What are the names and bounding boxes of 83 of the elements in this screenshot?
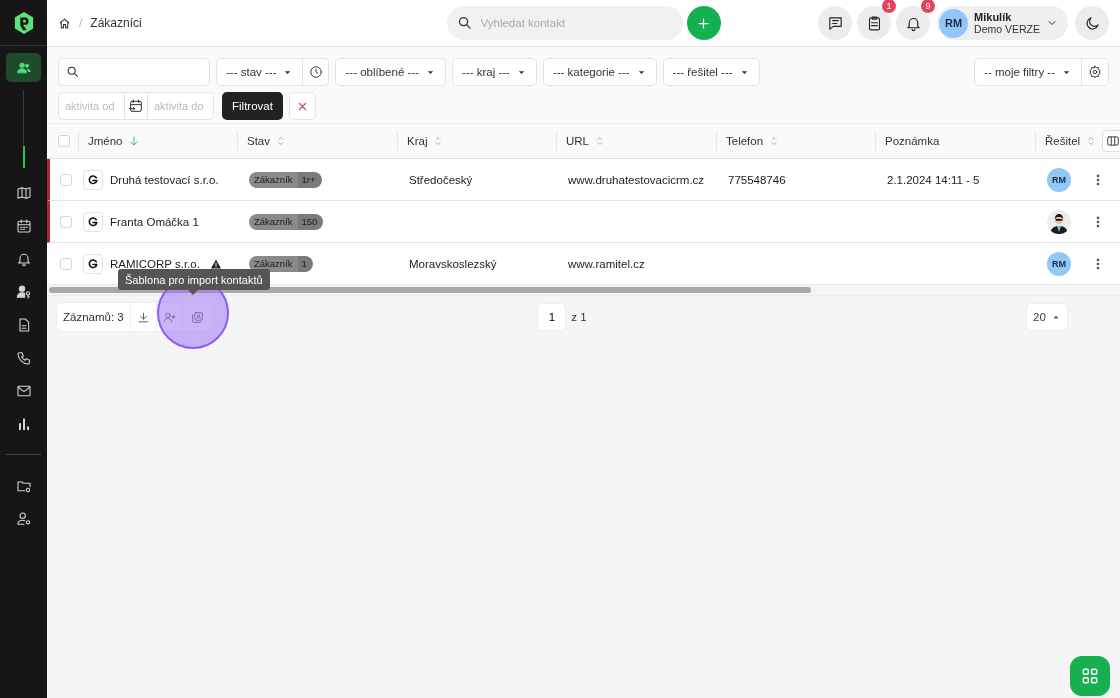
logo-icon: [83, 253, 103, 274]
add-button[interactable]: [686, 6, 721, 40]
column-header[interactable]: Jméno: [88, 135, 123, 147]
contacts-nav-button[interactable]: [6, 53, 41, 82]
filter-dropdown[interactable]: --- kraj ---: [451, 58, 537, 86]
column-header[interactable]: Řešitel: [1045, 135, 1081, 147]
row-checkbox[interactable]: [59, 215, 72, 228]
contact-name-link[interactable]: RAMICORP s.r.o.: [110, 257, 200, 270]
settings-icon: [1088, 65, 1102, 79]
filter-dropdown[interactable]: --- stav ---: [216, 58, 304, 86]
table-cell: www.druhatestovacicrm.cz: [568, 173, 705, 186]
search-icon: [66, 65, 79, 78]
columns-button[interactable]: [1102, 130, 1120, 152]
user-name: Mikulík: [974, 11, 1012, 23]
table-row[interactable]: Franta Omáčka 1 Zákazník 150: [47, 201, 1120, 243]
settings-button[interactable]: [1082, 58, 1109, 86]
search-field[interactable]: Vyhledat kontakt: [446, 6, 683, 40]
count-badge: 9: [921, 0, 936, 13]
calendar-icon: [15, 217, 32, 234]
page-total: z 1: [571, 311, 587, 323]
count-badge: 1: [882, 0, 897, 13]
column-header[interactable]: Stav: [247, 135, 270, 147]
moon-icon: [1083, 14, 1101, 32]
columns-icon: [1106, 134, 1120, 148]
logo-icon: [12, 10, 35, 35]
column-header[interactable]: Telefon: [726, 135, 764, 147]
column-header[interactable]: Poznámka: [885, 135, 940, 147]
theme-toggle-button[interactable]: [1075, 6, 1109, 40]
search-icon: [456, 15, 472, 30]
chat-icon: [826, 14, 844, 32]
date-range-button[interactable]: [124, 92, 148, 120]
column-header[interactable]: URL: [566, 135, 589, 147]
date-to-field[interactable]: aktivita do: [148, 92, 214, 120]
filter-dropdown[interactable]: --- oblíbené ---: [335, 58, 446, 86]
table-row[interactable]: Druhá testovací s.r.o. Zákazník 1r+ Středočeský www.druhatestovacicrm.cz 775548746 2.1.2024 14:11 - 5 RM: [47, 159, 1120, 201]
plus-icon: [696, 15, 711, 31]
map-icon: [15, 184, 32, 201]
table-cell: www.ramitel.cz: [568, 257, 645, 270]
user-gear-icon: [15, 510, 32, 527]
clock-icon: [308, 65, 323, 79]
tooltip-arrow: [188, 290, 198, 295]
logo-icon: [83, 211, 103, 232]
contact-name-link[interactable]: Druhá testovací s.r.o.: [110, 173, 219, 186]
avatar: RM: [1047, 167, 1071, 192]
table-cell: Středočeský: [409, 173, 473, 186]
contact-name-link[interactable]: Franta Omáčka 1: [110, 215, 199, 228]
column-header[interactable]: Kraj: [407, 135, 428, 147]
download-icon: [136, 310, 150, 324]
table-cell: Moravskoslezský: [409, 257, 497, 270]
filter-search-field[interactable]: [58, 58, 210, 86]
avatar: RM: [1047, 251, 1071, 276]
row-checkbox[interactable]: [59, 173, 72, 186]
user-key-icon: [15, 283, 32, 300]
user-plus-icon: [162, 310, 176, 324]
record-count: Záznamů: 3: [57, 303, 131, 331]
filter-dropdown[interactable]: --- kategorie ---: [542, 58, 657, 86]
contact-book-icon: [191, 310, 205, 324]
calendar-icon: [128, 98, 144, 114]
avatar: RM: [939, 8, 969, 38]
scrollbar-thumb[interactable]: [49, 287, 811, 293]
apps-button[interactable]: [1070, 656, 1110, 696]
chat-button[interactable]: [818, 6, 853, 40]
phone-icon: [15, 349, 32, 366]
table-cell: 775548746: [728, 173, 786, 186]
row-checkbox[interactable]: [59, 257, 72, 270]
contacts-icon: [15, 59, 32, 76]
user-subtitle: Demo VERZE: [974, 23, 1040, 35]
page-size-dropdown[interactable]: 20: [1026, 303, 1068, 331]
history-button[interactable]: [303, 58, 330, 86]
select-all-checkbox[interactable]: [58, 135, 70, 147]
tooltip: Šablona pro import kontaktů: [118, 269, 270, 290]
home-icon: [58, 16, 71, 30]
my-filters-dropdown[interactable]: -- moje filtry --: [974, 58, 1082, 86]
filter-dropdown[interactable]: --- řešitel ---: [662, 58, 760, 86]
grid-icon: [1080, 666, 1100, 686]
logo-icon: [83, 169, 103, 190]
user-menu[interactable]: RM Mikulík Demo VERZE: [937, 6, 1068, 40]
filter-button[interactable]: Filtrovat: [222, 92, 283, 120]
breadcrumb-current: Zákazníci: [90, 16, 142, 30]
date-from-field[interactable]: aktivita od: [58, 92, 124, 120]
table-cell: 2.1.2024 14:11 - 5: [887, 173, 980, 186]
page-button[interactable]: 1: [537, 303, 567, 331]
breadcrumb-separator: /: [79, 16, 83, 30]
